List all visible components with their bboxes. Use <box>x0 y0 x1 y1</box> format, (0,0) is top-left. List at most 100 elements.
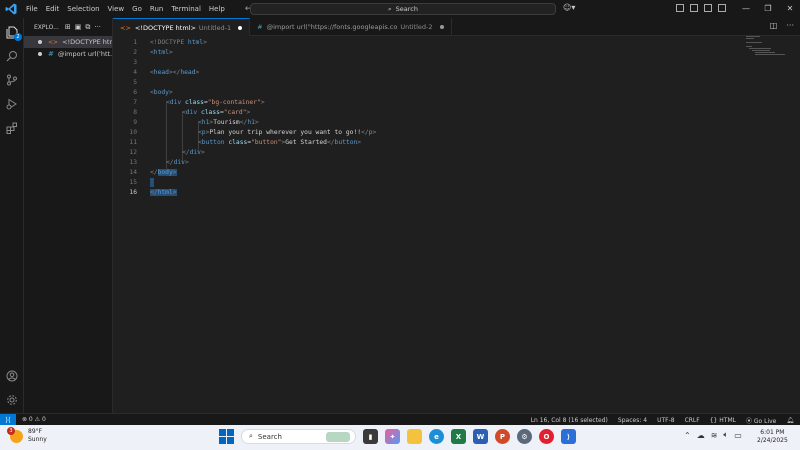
line-number: 8 <box>133 108 137 116</box>
html-file-icon: <> <box>120 23 131 32</box>
excel-icon[interactable]: X <box>451 429 466 444</box>
menu-selection[interactable]: Selection <box>63 0 103 18</box>
vscode-taskbar-icon[interactable]: ⟩ <box>561 429 576 444</box>
language-mode[interactable]: {} HTML <box>710 417 736 424</box>
open-editor-item[interactable]: # @import url('htt... <box>24 48 112 60</box>
chevron-up-icon[interactable]: ⌃ <box>684 431 691 440</box>
menu-run[interactable]: Run <box>146 0 167 18</box>
token: > <box>372 128 377 136</box>
task-view-icon[interactable]: ▮ <box>363 429 378 444</box>
restore-icon[interactable]: ❐ <box>757 0 779 18</box>
line-number: 15 <box>129 178 137 186</box>
toggle-secondary-sidebar-icon[interactable] <box>704 4 712 12</box>
windows-taskbar: 3 89°F Sunny ⌕ Search ▮ ✦ e X W P ⚙ O ⟩ … <box>0 425 800 450</box>
menu-help[interactable]: Help <box>205 0 229 18</box>
menu-view[interactable]: View <box>104 0 129 18</box>
code-line: 3 <box>113 57 713 67</box>
wifi-icon[interactable]: ≋ <box>711 431 718 440</box>
token: "card" <box>223 108 247 116</box>
menu-bar: File Edit Selection View Go Run Terminal… <box>22 0 229 18</box>
notifications-bell-icon[interactable]: 🔔︎ <box>786 417 794 424</box>
token: Get Started <box>285 138 327 146</box>
customize-layout-icon[interactable] <box>718 4 726 12</box>
settings-app-icon[interactable]: ⚙ <box>517 429 532 444</box>
token: </ <box>326 138 335 146</box>
settings-gear-icon[interactable] <box>4 392 20 408</box>
tab-label: <!DOCTYPE html> <box>134 23 196 32</box>
code-line: 10 <p>Plan your trip wherever you want t… <box>113 127 713 137</box>
menu-terminal[interactable]: Terminal <box>167 0 205 18</box>
code-line: 14 </body> <box>113 167 713 177</box>
file-explorer-icon[interactable] <box>407 429 422 444</box>
token: "button" <box>251 138 282 146</box>
token: html <box>153 48 169 56</box>
split-editor-icon[interactable]: ◫ <box>770 21 778 30</box>
tab-untitled-1[interactable]: <> <!DOCTYPE html> Untitled-1 <box>113 18 251 36</box>
indentation[interactable]: Spaces: 4 <box>618 417 647 424</box>
file-name: @import url('htt... <box>57 50 112 58</box>
edge-browser-icon[interactable]: e <box>429 429 444 444</box>
start-button[interactable] <box>219 429 234 444</box>
token: class <box>184 98 204 106</box>
command-center-search[interactable]: ⌕ Search <box>250 3 556 15</box>
file-name: <!DOCTYPE htm... <box>62 38 112 46</box>
code-line: 13 </div> <box>113 157 713 167</box>
cursor-position[interactable]: Ln 16, Col 8 (16 selected) <box>531 417 608 424</box>
opera-browser-icon[interactable]: O <box>539 429 554 444</box>
copilot-icon[interactable]: ☺▾ <box>563 3 575 12</box>
taskbar-search-label: Search <box>257 432 282 441</box>
minimize-icon[interactable]: — <box>735 0 757 18</box>
collapse-icon[interactable]: ⧉ <box>85 23 90 32</box>
unsaved-dot-icon[interactable] <box>439 25 444 29</box>
menu-file[interactable]: File <box>22 0 42 18</box>
taskbar-search[interactable]: ⌕ Search <box>241 429 356 444</box>
token: > <box>195 68 200 76</box>
account-icon[interactable] <box>4 368 20 384</box>
new-file-icon[interactable]: ⊞ <box>65 23 71 32</box>
source-control-icon[interactable] <box>4 72 20 88</box>
battery-icon[interactable]: ▭ <box>734 431 742 440</box>
token: </ <box>361 128 369 136</box>
minimap[interactable] <box>746 36 794 66</box>
token: Plan your trip wherever you want to go!! <box>209 128 362 136</box>
end-of-line[interactable]: CRLF <box>685 417 700 424</box>
close-icon[interactable]: ✕ <box>779 0 800 18</box>
run-debug-icon[interactable] <box>4 96 20 112</box>
cloud-icon[interactable]: ☁ <box>697 431 705 440</box>
more-actions-icon[interactable]: ··· <box>786 21 794 30</box>
powerpoint-icon[interactable]: P <box>495 429 510 444</box>
token: > <box>172 168 177 176</box>
extensions-icon[interactable] <box>4 120 20 136</box>
clock[interactable]: 6:01 PM 2/24/2025 <box>757 429 788 445</box>
token: div <box>169 98 182 106</box>
open-editor-item[interactable]: <> <!DOCTYPE htm... <box>24 36 112 48</box>
line-number: 12 <box>129 148 137 156</box>
new-folder-icon[interactable]: ▣ <box>75 23 82 32</box>
remote-indicator-icon[interactable]: ⟩⟨ <box>0 413 16 426</box>
code-editor[interactable]: 1 <!DOCTYPE html> 2 <html> 3 4 <head></h… <box>113 36 800 413</box>
go-live-label: Go Live <box>753 417 777 425</box>
token: > <box>200 148 205 156</box>
weather-widget[interactable]: 3 89°F Sunny <box>7 426 47 444</box>
copilot-app-icon[interactable]: ✦ <box>385 429 400 444</box>
more-actions-icon[interactable]: ··· <box>94 23 101 32</box>
search-view-icon[interactable] <box>4 48 20 64</box>
go-live-button[interactable]: ⦿ Go Live <box>746 416 776 425</box>
menu-edit[interactable]: Edit <box>42 0 64 18</box>
unsaved-dot-icon[interactable] <box>238 25 243 30</box>
unsaved-dot-icon <box>38 52 42 56</box>
menu-go[interactable]: Go <box>128 0 146 18</box>
css-file-icon: # <box>48 50 54 58</box>
encoding[interactable]: UTF-8 <box>657 417 675 424</box>
toggle-sidebar-icon[interactable] <box>676 4 684 12</box>
speaker-icon[interactable]: 🔈︎ <box>723 430 728 440</box>
title-bar: File Edit Selection View Go Run Terminal… <box>0 0 800 18</box>
toggle-panel-icon[interactable] <box>690 4 698 12</box>
weather-desc: Sunny <box>28 436 47 443</box>
token: div <box>189 148 201 156</box>
problems-indicator[interactable]: ⊗ 0 ⚠ 0 <box>22 416 46 423</box>
word-icon[interactable]: W <box>473 429 488 444</box>
code-line: 8 <div class="card"> <box>113 107 713 117</box>
tab-untitled-2[interactable]: # @import url("https://fonts.googleapis.… <box>250 18 452 36</box>
explorer-icon[interactable]: 2 <box>4 24 22 41</box>
